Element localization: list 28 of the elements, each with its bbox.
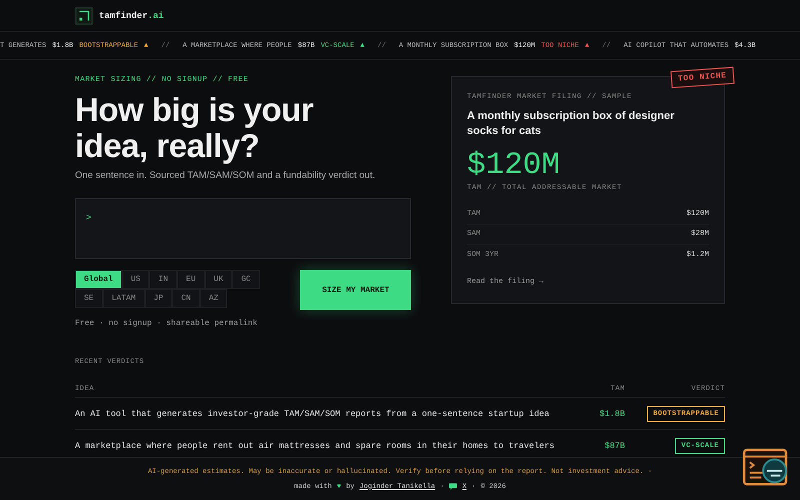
tam-cell-text: $1.8B	[598, 408, 625, 418]
note-text: Free · no signup · shareable permalink	[75, 319, 258, 328]
headline: idea, really?	[75, 128, 260, 164]
feedback-widget-icon[interactable]	[742, 448, 790, 488]
size-market-button[interactable]: SIZE MY MARKET	[300, 270, 411, 310]
region-tab[interactable]: US	[122, 270, 150, 289]
region-tab[interactable]: CN	[172, 289, 200, 308]
region-tab[interactable]: EU	[177, 270, 205, 289]
region-tab[interactable]: IN	[149, 270, 178, 289]
verdict-stamp: TOO NICHE	[670, 66, 735, 88]
region-tab[interactable]: Global	[75, 270, 122, 289]
chat-icon	[449, 483, 458, 490]
region-tab[interactable]: GC	[232, 270, 260, 289]
headline: How big is your	[75, 92, 314, 128]
idea-input-field[interactable]: >	[75, 198, 411, 259]
idea-cell[interactable]: A marketplace where people rent out air mattresses and spare rooms in their homes to travelers	[75, 440, 565, 450]
subtitle: One sentence in. Sourced TAM/SAM/SOM and a fundability verdict out.	[75, 170, 376, 181]
tam-cell-text: $87B	[604, 440, 625, 450]
region-tab[interactable]: LATAM	[102, 289, 145, 308]
tam-value: $120M	[467, 148, 562, 184]
region-tab[interactable]: AZ	[200, 289, 228, 308]
region-tab[interactable]: JP	[144, 289, 172, 308]
brand-name[interactable]: tamfinder.ai	[99, 10, 164, 20]
region-tab[interactable]: SE	[75, 289, 103, 308]
logo-icon	[75, 6, 93, 24]
idea-cell[interactable]: An AI tool that generates investor-grade TAM/SAM/SOM reports from a one-sentence startup idea	[75, 408, 565, 418]
card-idea: A monthly subscription box of designer socks for cats	[467, 109, 676, 139]
region-tab[interactable]: UK	[204, 270, 232, 289]
